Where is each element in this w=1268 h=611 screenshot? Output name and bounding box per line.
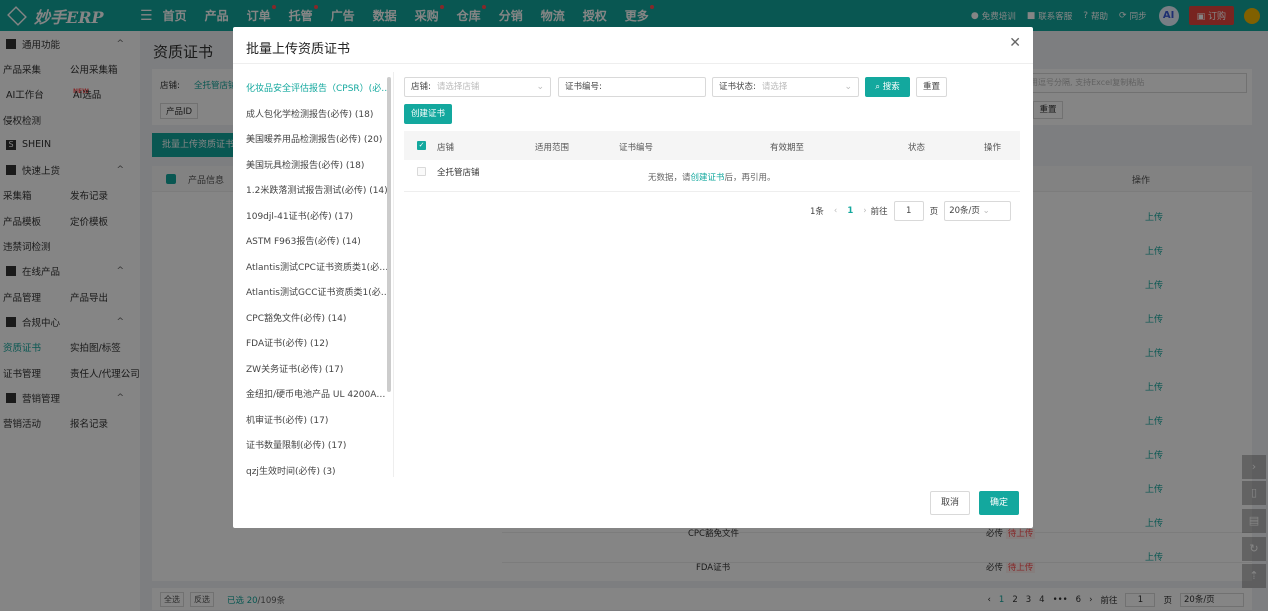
create-cert-button[interactable]: 创建证书 (404, 104, 452, 124)
modal-pagination: 1条 ‹ 1 › 前往 1 页 20条/页 ⌄ (810, 201, 1012, 221)
page-unit: 页 (929, 207, 939, 217)
chevron-down-icon: ⌄ (536, 82, 544, 92)
divider (393, 72, 394, 477)
cert-type-item[interactable]: CPC豁免文件(必传) (14) (246, 307, 394, 333)
goto-label: 前往 (870, 207, 888, 217)
cert-type-list: 化妆品安全评估报告（CPSR）(必传) (19) 成人包化学检测报告(必传) (… (246, 77, 394, 477)
cert-type-item[interactable]: 化妆品安全评估报告（CPSR）(必传) (19) (246, 77, 394, 103)
shop-label: 店铺: (411, 82, 431, 92)
col-shop: 店铺 (437, 143, 455, 153)
modal-title: 批量上传资质证书 (246, 42, 351, 57)
divider (233, 63, 1033, 64)
cert-type-item[interactable]: 金纽扣/硬币电池产品 UL 4200A报告(必传) (12) (246, 383, 394, 409)
cert-type-item[interactable]: 证书数量限制(必传) (17) (246, 434, 394, 460)
cert-type-item[interactable]: Atlantis测试GCC证书资质类1(必传) (12) (246, 281, 394, 307)
chevron-down-icon: ⌄ (982, 206, 990, 216)
shop-placeholder: 请选择店铺 (436, 82, 480, 92)
status-placeholder: 请选择 (761, 82, 788, 92)
table-row: 全托管店铺 无数据，请创建证书后，再引用。 (404, 160, 1020, 192)
create-cert-link[interactable]: 创建证书 (691, 173, 725, 183)
row-checkbox[interactable] (417, 167, 426, 176)
confirm-button[interactable]: 确定 (979, 491, 1019, 515)
col-status: 状态 (908, 143, 926, 153)
cancel-button[interactable]: 取消 (930, 491, 970, 515)
cert-type-item[interactable]: ZW关务证书(必传) (17) (246, 358, 394, 384)
page-size-value: 20条/页 (949, 206, 980, 216)
cert-type-item[interactable]: 美国玩具检测报告(必传) (18) (246, 154, 394, 180)
search-label: 搜索 (882, 82, 900, 92)
cert-type-item[interactable]: 109djl-41证书(必传) (17) (246, 205, 394, 231)
reset-button[interactable]: 重置 (916, 77, 947, 97)
col-action: 操作 (984, 143, 1002, 153)
goto-page-input[interactable]: 1 (893, 201, 924, 221)
status-label: 证书状态: (719, 82, 756, 92)
empty-prefix: 无数据，请 (648, 173, 691, 183)
header-checkbox[interactable]: ✓ (417, 141, 426, 150)
col-scope: 适用范围 (535, 143, 570, 153)
cert-type-item[interactable]: 机审证书(必传) (17) (246, 409, 394, 435)
cert-type-item[interactable]: 美国暖养用品检测报告(必传) (20) (246, 128, 394, 154)
cert-number-label: 证书编号: (565, 82, 602, 92)
shop-select[interactable]: 店铺: 请选择店铺 ⌄ (404, 77, 551, 97)
cert-type-item[interactable]: 成人包化学检测报告(必传) (18) (246, 103, 394, 129)
search-button[interactable]: ⌕ 搜索 (865, 77, 910, 97)
cert-number-input[interactable]: 证书编号: (558, 77, 706, 97)
prev-page-icon[interactable]: ‹ (834, 206, 837, 216)
cert-type-item[interactable]: FDA证书(必传) (12) (246, 332, 394, 358)
close-icon[interactable]: ✕ (1009, 35, 1021, 51)
cert-type-item[interactable]: 1.2米跌落测试报告测试(必传) (14) (246, 179, 394, 205)
bulk-upload-modal: 批量上传资质证书 ✕ 化妆品安全评估报告（CPSR）(必传) (19) 成人包化… (233, 27, 1033, 528)
cert-type-item[interactable]: Atlantis测试CPC证书资质类1(必传) (12) (246, 256, 394, 282)
cert-type-item[interactable]: qzj生效时间(必传) (3) (246, 460, 394, 478)
page-number[interactable]: 1 (847, 206, 853, 216)
chevron-down-icon: ⌄ (844, 82, 852, 92)
row-shop-name: 全托管店铺 (437, 168, 480, 178)
cert-list-scrollbar[interactable] (387, 77, 391, 392)
empty-suffix: 后，再引用。 (724, 173, 776, 183)
cert-type-item[interactable]: ASTM F963报告(必传) (14) (246, 230, 394, 256)
next-page-icon[interactable]: › (863, 206, 866, 216)
total-count: 1条 (810, 207, 824, 217)
col-cert-number: 证书编号 (619, 143, 654, 153)
search-icon: ⌕ (875, 82, 883, 92)
cert-table-header: ✓ 店铺 适用范围 证书编号 有效期至 状态 操作 (404, 131, 1020, 160)
col-valid-until: 有效期至 (770, 143, 805, 153)
page-size-select[interactable]: 20条/页 ⌄ (944, 201, 1012, 221)
empty-message: 无数据，请创建证书后，再引用。 (648, 171, 776, 183)
cert-status-select[interactable]: 证书状态: 请选择 ⌄ (712, 77, 859, 97)
